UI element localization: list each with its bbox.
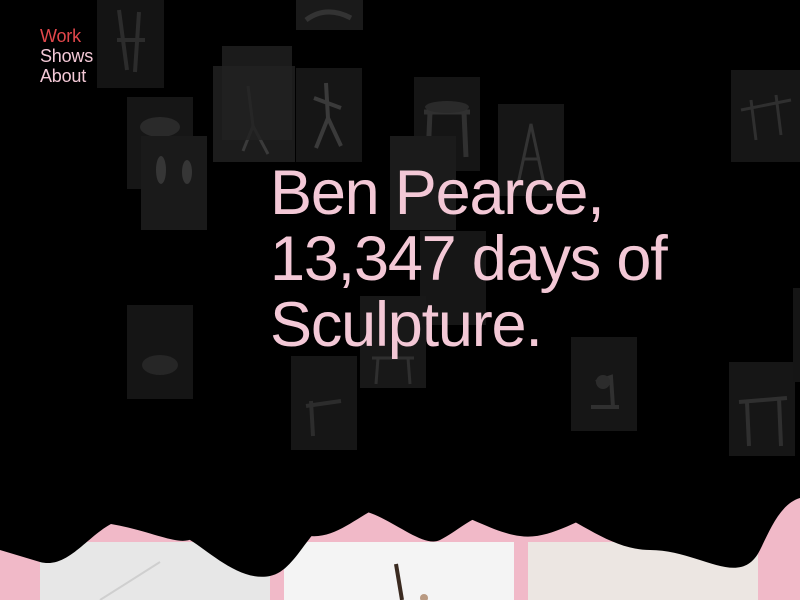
hero-line-name: Ben Pearce, <box>270 158 605 228</box>
sculpture-thumbnail[interactable] <box>97 0 164 88</box>
sculpture-thumbnail[interactable] <box>296 68 362 162</box>
hero-headline: Ben Pearce, 13,347 days of Sculpture. <box>270 158 668 360</box>
page: Work Shows About Ben Pearce, 13,347 days… <box>0 0 800 600</box>
sculpture-thumbnail[interactable] <box>127 305 193 399</box>
sculpture-thumbnail[interactable] <box>291 356 357 450</box>
main-nav: Work Shows About <box>40 26 93 86</box>
nav-link-about[interactable]: About <box>40 66 93 86</box>
sculpture-thumbnail[interactable] <box>731 70 800 162</box>
wave-shape <box>0 490 800 577</box>
hero-line-days: 13,347 days of <box>270 224 668 294</box>
sculpture-thumbnail[interactable] <box>793 288 800 382</box>
sculpture-thumbnail[interactable] <box>296 0 363 30</box>
sculpture-thumbnail[interactable] <box>729 362 795 456</box>
sculpture-thumbnail[interactable] <box>141 136 207 230</box>
nav-link-work[interactable]: Work <box>40 26 93 46</box>
hero-line-sculpture: Sculpture. <box>270 290 543 360</box>
sculpture-thumbnail[interactable] <box>222 46 292 140</box>
nav-link-shows[interactable]: Shows <box>40 46 93 66</box>
